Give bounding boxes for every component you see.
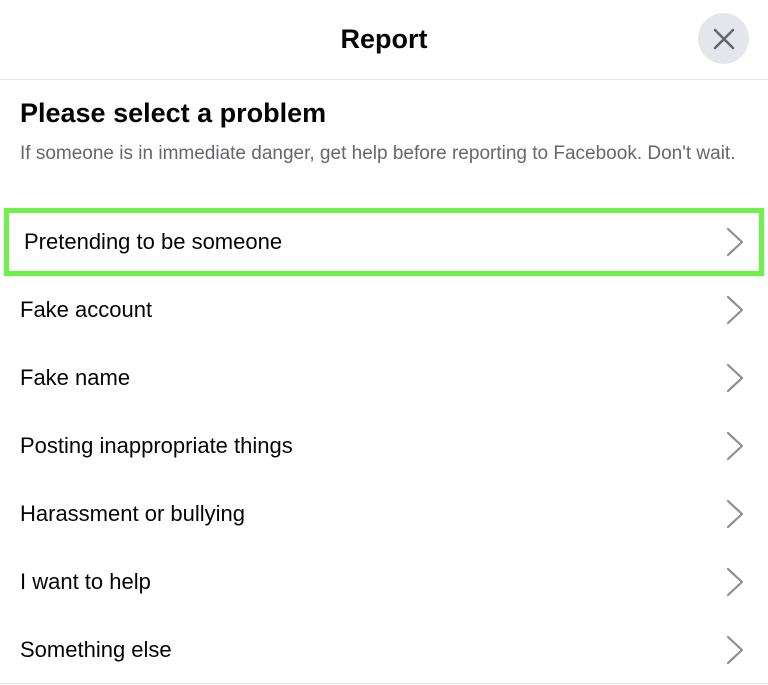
dialog-title: Report — [340, 24, 428, 54]
option-label: Pretending to be someone — [24, 229, 283, 254]
option-fake-name[interactable]: Fake name — [0, 344, 768, 412]
report-dialog: Report Please select a problem If someon… — [0, 0, 768, 685]
option-label: Posting inappropriate things — [20, 433, 293, 458]
option-i-want-to-help[interactable]: I want to help — [0, 548, 768, 616]
chevron-right-icon — [726, 431, 744, 461]
option-something-else[interactable]: Something else — [0, 616, 768, 684]
bottom-divider — [0, 683, 768, 684]
chevron-right-icon — [726, 567, 744, 597]
intro-section: Please select a problem If someone is in… — [20, 96, 760, 168]
danger-note: If someone is in immediate danger, get h… — [20, 143, 736, 164]
problem-list: Pretending to be someone Fake account Fa… — [0, 208, 768, 684]
chevron-right-icon — [726, 227, 744, 257]
option-label: Harassment or bullying — [20, 501, 245, 526]
chevron-right-icon — [726, 295, 744, 325]
chevron-right-icon — [726, 363, 744, 393]
option-harassment-or-bullying[interactable]: Harassment or bullying — [0, 480, 768, 548]
chevron-right-icon — [726, 635, 744, 665]
dialog-header: Report — [0, 0, 768, 80]
option-label: Fake account — [20, 297, 153, 322]
option-posting-inappropriate-things[interactable]: Posting inappropriate things — [0, 412, 768, 480]
option-label: I want to help — [20, 569, 151, 594]
option-label: Something else — [20, 637, 172, 662]
option-pretending-to-be-someone[interactable]: Pretending to be someone — [4, 208, 764, 276]
close-icon — [713, 28, 734, 49]
option-label: Fake name — [20, 365, 131, 390]
chevron-right-icon — [726, 499, 744, 529]
problem-heading: Please select a problem — [20, 98, 327, 128]
option-fake-account[interactable]: Fake account — [0, 276, 768, 344]
close-button[interactable] — [698, 13, 749, 64]
